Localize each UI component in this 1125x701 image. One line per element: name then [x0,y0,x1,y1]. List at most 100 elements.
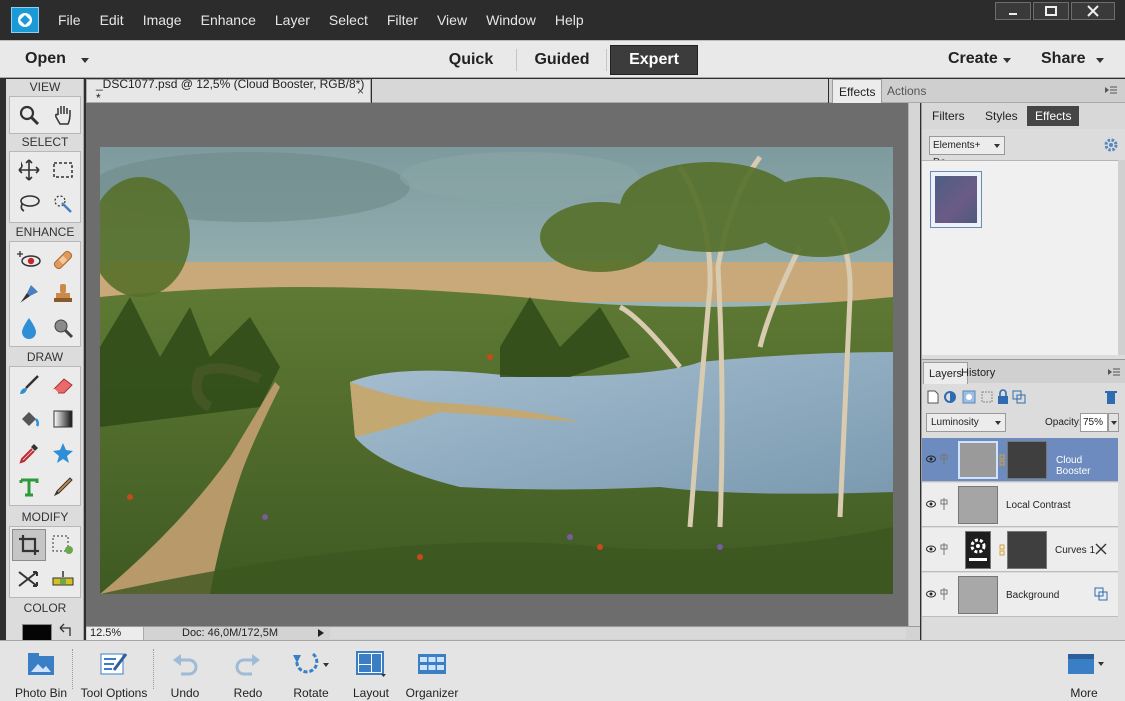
gradient-tool[interactable] [46,403,80,435]
photo-bin-button[interactable]: Photo Bin [12,641,70,701]
maximize-button[interactable] [1033,2,1069,20]
pencil-tool[interactable] [46,471,80,503]
redo-button[interactable]: Redo [226,641,270,701]
close-document-icon[interactable]: × [357,84,364,98]
recompose-tool[interactable] [46,529,80,561]
tab-history[interactable]: History [956,362,1000,384]
gear-icon[interactable] [1103,137,1119,153]
tab-effects-panel[interactable]: Effects [832,79,883,103]
smart-brush-tool[interactable] [12,278,46,310]
share-button[interactable]: Share [1041,50,1085,68]
share-dropdown-icon[interactable] [1096,58,1104,63]
menu-window[interactable]: Window [486,12,536,28]
quick-selection-tool[interactable] [46,188,80,220]
zoom-tool[interactable] [12,99,46,131]
window-controls [993,2,1115,20]
menu-enhance[interactable]: Enhance [201,12,256,28]
paint-bucket-tool[interactable] [12,403,46,435]
layer-row-local-contrast[interactable]: Local Contrast [922,483,1118,527]
tab-guided[interactable]: Guided [522,45,602,75]
lock-icon[interactable] [996,389,1010,405]
lock-transparent-icon[interactable] [980,389,994,405]
layout-button[interactable]: Layout [350,641,392,701]
tab-filters[interactable]: Filters [924,106,973,126]
lasso-tool[interactable] [12,188,46,220]
tab-styles[interactable]: Styles [977,106,1026,126]
divider [153,649,154,689]
rotate-button[interactable]: Rotate [288,641,334,701]
link-icon[interactable] [940,497,948,511]
visibility-eye-icon[interactable] [926,545,936,553]
photo-bin-icon [27,649,55,679]
sponge-tool[interactable] [46,312,80,344]
crop-tool[interactable] [12,529,46,561]
eraser-tool[interactable] [46,369,80,401]
move-tool[interactable] [12,154,46,186]
opacity-input[interactable]: 75% [1080,413,1108,432]
clone-stamp-tool[interactable] [46,278,80,310]
eyedropper-tool[interactable] [12,437,46,469]
tab-effects[interactable]: Effects [1027,106,1080,126]
tab-quick[interactable]: Quick [432,45,510,75]
create-dropdown-icon[interactable] [1003,58,1011,63]
crop-icon [19,535,39,555]
visibility-eye-icon[interactable] [926,590,936,598]
open-dropdown-icon[interactable] [81,58,89,63]
zoom-level[interactable]: 12.5% [87,627,144,640]
blend-mode-select[interactable]: Luminosity [926,413,1006,432]
menu-image[interactable]: Image [143,12,182,28]
status-menu-arrow-icon[interactable] [318,629,324,637]
healing-brush-tool[interactable] [46,244,80,276]
tab-expert[interactable]: Expert [610,45,698,75]
content-aware-move-tool[interactable] [12,563,46,595]
link-icon[interactable] [940,452,948,466]
menu-view[interactable]: View [437,12,467,28]
organizer-button[interactable]: Organizer [404,641,460,701]
more-button[interactable]: More [1064,641,1104,701]
brush-tool[interactable] [12,369,46,401]
menu-file[interactable]: File [58,12,81,28]
adjustment-layer-icon[interactable] [943,389,957,405]
layer-row-background[interactable]: Background [922,573,1118,617]
layer-row-cloud-booster[interactable]: Cloud Booster [922,438,1118,482]
menu-help[interactable]: Help [555,12,584,28]
menu-filter[interactable]: Filter [387,12,418,28]
hand-tool[interactable] [46,99,80,131]
document-tab[interactable]: _DSC1077.psd @ 12,5% (Cloud Booster, RGB… [86,77,371,105]
visibility-eye-icon[interactable] [926,500,936,508]
photo-canvas[interactable] [100,147,893,594]
layer-mask-icon[interactable] [962,389,976,405]
opacity-dropdown-icon[interactable] [1108,413,1119,432]
effects-scrollbar[interactable] [1118,160,1125,355]
tool-options-button[interactable]: Tool Options [78,641,150,701]
canvas-area[interactable] [86,103,908,626]
horizontal-scrollbar[interactable] [330,628,906,639]
open-button[interactable]: Open [25,50,66,68]
blur-tool[interactable] [12,312,46,344]
straighten-tool[interactable] [46,563,80,595]
link-icon[interactable] [940,587,948,601]
menu-select[interactable]: Select [329,12,368,28]
menu-edit[interactable]: Edit [100,12,124,28]
custom-shape-tool[interactable] [46,437,80,469]
marquee-tool[interactable] [46,154,80,186]
vertical-scrollbar[interactable] [908,103,920,626]
link-layers-icon[interactable] [1012,389,1026,405]
trash-icon[interactable] [1104,389,1118,405]
red-eye-tool[interactable] [12,244,46,276]
menu-layer[interactable]: Layer [275,12,310,28]
visibility-eye-icon[interactable] [926,455,936,463]
effects-category-select[interactable]: Elements+ De... [929,136,1005,168]
tab-actions-panel[interactable]: Actions [881,79,932,103]
link-icon[interactable] [940,542,948,556]
type-tool[interactable] [12,471,46,503]
effect-thumbnail[interactable] [930,171,982,228]
undo-button[interactable]: Undo [163,641,207,701]
new-layer-icon[interactable] [926,389,940,405]
close-window-button[interactable] [1071,2,1115,20]
panel-menu-icon[interactable] [1105,85,1117,95]
create-button[interactable]: Create [948,50,998,68]
layers-panel-menu-icon[interactable] [1108,367,1120,377]
layer-row-curves[interactable]: Curves 1 [922,528,1118,572]
minimize-button[interactable] [995,2,1031,20]
